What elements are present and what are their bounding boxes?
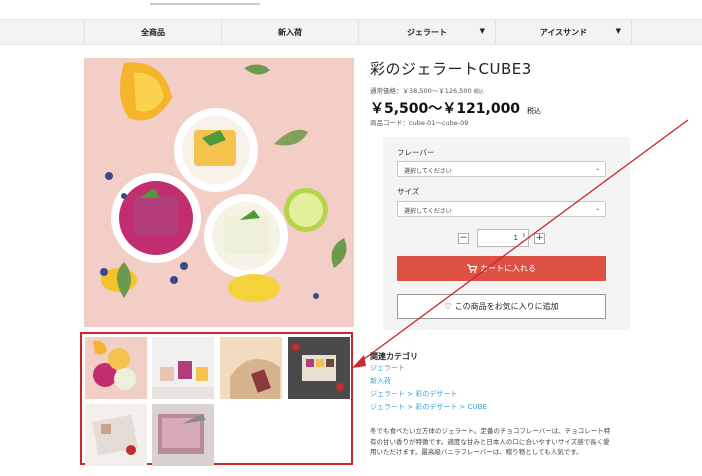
sale-price-value: ￥5,500～￥121,000: [370, 101, 521, 117]
size-select-value: 選択してください: [404, 208, 452, 215]
thumbnail-image: [152, 404, 214, 466]
regular-price-tax: 税込: [473, 89, 484, 95]
related-link-gelato[interactable]: ジェラート: [370, 363, 405, 373]
thumbnail-1[interactable]: [85, 337, 147, 399]
thumbnail-image: [85, 337, 147, 399]
chevron-down-icon: ⌄: [594, 165, 600, 172]
flavor-label: フレーバー: [397, 148, 435, 157]
related-link-cube[interactable]: ジェラート > 彩のデザート > CUBE: [370, 402, 487, 412]
cart-icon: [467, 264, 477, 273]
nav-item-ice-sand[interactable]: アイスサンド ▼: [495, 20, 632, 44]
thumbnail-6[interactable]: [152, 404, 214, 466]
quantity-value: 1: [513, 234, 518, 242]
add-to-favorites-button[interactable]: ♡ この商品をお気に入りに追加: [397, 294, 606, 319]
thumbnail-5[interactable]: [85, 404, 147, 466]
related-categories-heading: 関連カテゴリ: [370, 352, 418, 361]
nav-item-label: ジェラート: [407, 27, 447, 37]
thumbnail-image: [85, 404, 147, 466]
top-bar: [0, 0, 702, 19]
quantity-plus-button[interactable]: +: [534, 233, 545, 244]
related-link-gelato-dessert[interactable]: ジェラート > 彩のデザート: [370, 389, 457, 399]
quantity-input[interactable]: 1 ⇕: [477, 229, 529, 247]
thumbnail-4[interactable]: [288, 337, 350, 399]
chevron-down-icon: ⌄: [594, 205, 600, 212]
product-main-image[interactable]: [84, 58, 354, 327]
purchase-panel: フレーバー 選択してください ⌄ サイズ 選択してください ⌄ − 1 ⇕ + …: [383, 137, 630, 330]
thumbnail-image: [152, 337, 214, 399]
heart-icon: ♡: [444, 302, 452, 311]
caret-down-icon: ▼: [479, 27, 485, 35]
regular-price-value: 通常価格：￥38,500～￥126,500: [370, 87, 472, 95]
nav-item-all[interactable]: 全商品: [84, 20, 221, 44]
sale-price: ￥5,500～￥121,000 税込: [370, 98, 541, 118]
size-label: サイズ: [397, 187, 420, 196]
nav-item-label: 全商品: [141, 27, 165, 37]
product-title: 彩のジェラートCUBE3: [370, 60, 532, 78]
nav-item-gelato[interactable]: ジェラート ▼: [358, 20, 495, 44]
product-description: 冬でも食べたい立方体のジェラート。定番のチョコフレーバーは、チョコレート特有の甘…: [370, 427, 611, 456]
size-select[interactable]: 選択してください ⌄: [397, 201, 606, 217]
related-link-new[interactable]: 新入荷: [370, 376, 391, 386]
thumbnail-2[interactable]: [152, 337, 214, 399]
top-bar-stub: [150, 3, 260, 5]
add-to-cart-button[interactable]: カートに入れる: [397, 256, 606, 281]
product-code: 商品コード：cube-01～cube-09: [370, 119, 469, 127]
flavor-select[interactable]: 選択してください ⌄: [397, 161, 606, 177]
regular-price: 通常価格：￥38,500～￥126,500 税込: [370, 85, 484, 95]
thumbnail-image: [220, 337, 282, 399]
thumbnail-gallery: [80, 332, 353, 466]
add-to-cart-label: カートに入れる: [480, 264, 536, 273]
nav-item-new[interactable]: 新入荷: [221, 20, 358, 44]
thumbnail-image: [288, 337, 350, 399]
quantity-minus-button[interactable]: −: [458, 233, 469, 244]
add-to-favorites-label: この商品をお気に入りに追加: [454, 302, 559, 311]
sale-price-tax: 税込: [526, 107, 541, 115]
flavor-select-value: 選択してください: [404, 168, 452, 175]
spinner-icon[interactable]: ⇕: [522, 233, 526, 239]
category-nav: 全商品 新入荷 ジェラート ▼ アイスサンド ▼: [0, 19, 702, 45]
nav-item-label: 新入荷: [278, 27, 302, 37]
gelato-cubes-illustration: [84, 58, 354, 327]
thumbnail-3[interactable]: [220, 337, 282, 399]
nav-item-label: アイスサンド: [539, 27, 588, 37]
caret-down-icon: ▼: [615, 27, 621, 35]
